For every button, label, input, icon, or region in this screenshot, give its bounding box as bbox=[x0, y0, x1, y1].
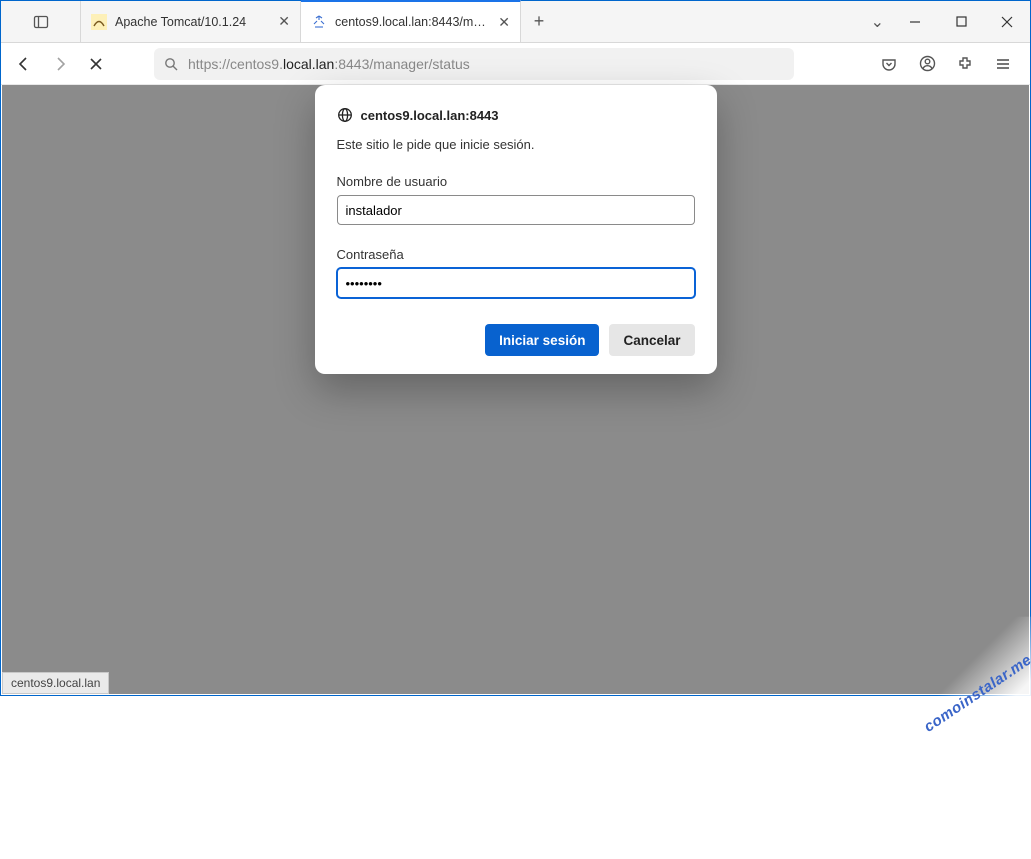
tab-label: Apache Tomcat/10.1.24 bbox=[115, 15, 270, 29]
search-icon bbox=[164, 57, 178, 71]
signin-button[interactable]: Iniciar sesión bbox=[485, 324, 599, 356]
stop-button[interactable] bbox=[81, 49, 111, 79]
username-label: Nombre de usuario bbox=[337, 174, 695, 189]
dialog-prompt: Este sitio le pide que inicie sesión. bbox=[337, 137, 695, 152]
tab-tomcat[interactable]: Apache Tomcat/10.1.24 ✕ bbox=[81, 1, 301, 42]
tab-manager[interactable]: centos9.local.lan:8443/manager ✕ bbox=[301, 0, 521, 42]
status-bar: centos9.local.lan bbox=[2, 672, 109, 694]
cancel-button[interactable]: Cancelar bbox=[609, 324, 694, 356]
password-label: Contraseña bbox=[337, 247, 695, 262]
tab-spacer: ⌄ bbox=[557, 1, 892, 42]
window-controls bbox=[892, 1, 1030, 42]
dialog-host: centos9.local.lan:8443 bbox=[337, 107, 695, 123]
globe-icon bbox=[337, 107, 353, 123]
maximize-button[interactable] bbox=[938, 1, 984, 43]
minimize-button[interactable] bbox=[892, 1, 938, 43]
loading-favicon bbox=[311, 14, 327, 30]
close-icon[interactable]: ✕ bbox=[498, 14, 510, 31]
new-tab-button[interactable]: + bbox=[521, 1, 557, 42]
menu-icon[interactable] bbox=[988, 49, 1018, 79]
auth-dialog: centos9.local.lan:8443 Este sitio le pid… bbox=[315, 85, 717, 374]
sidebar-toggle[interactable] bbox=[1, 1, 81, 42]
tomcat-favicon bbox=[91, 14, 107, 30]
password-input[interactable] bbox=[337, 268, 695, 298]
dialog-actions: Iniciar sesión Cancelar bbox=[337, 324, 695, 356]
toolbar-right bbox=[874, 49, 1022, 79]
forward-button[interactable] bbox=[45, 49, 75, 79]
pocket-icon[interactable] bbox=[874, 49, 904, 79]
account-icon[interactable] bbox=[912, 49, 942, 79]
close-icon[interactable]: ✕ bbox=[278, 13, 290, 30]
watermark: comoinstalar.me bbox=[921, 651, 1031, 735]
chevron-down-icon[interactable]: ⌄ bbox=[871, 12, 884, 32]
back-button[interactable] bbox=[9, 49, 39, 79]
close-window-button[interactable] bbox=[984, 1, 1030, 43]
titlebar: Apache Tomcat/10.1.24 ✕ centos9.local.la… bbox=[1, 1, 1030, 43]
tab-label: centos9.local.lan:8443/manager bbox=[335, 15, 490, 29]
extensions-icon[interactable] bbox=[950, 49, 980, 79]
toolbar: https://centos9.local.lan:8443/manager/s… bbox=[1, 43, 1030, 85]
url-bar[interactable]: https://centos9.local.lan:8443/manager/s… bbox=[154, 48, 794, 80]
username-input[interactable] bbox=[337, 195, 695, 225]
url-text: https://centos9.local.lan:8443/manager/s… bbox=[188, 56, 470, 72]
panel-icon bbox=[33, 14, 49, 30]
